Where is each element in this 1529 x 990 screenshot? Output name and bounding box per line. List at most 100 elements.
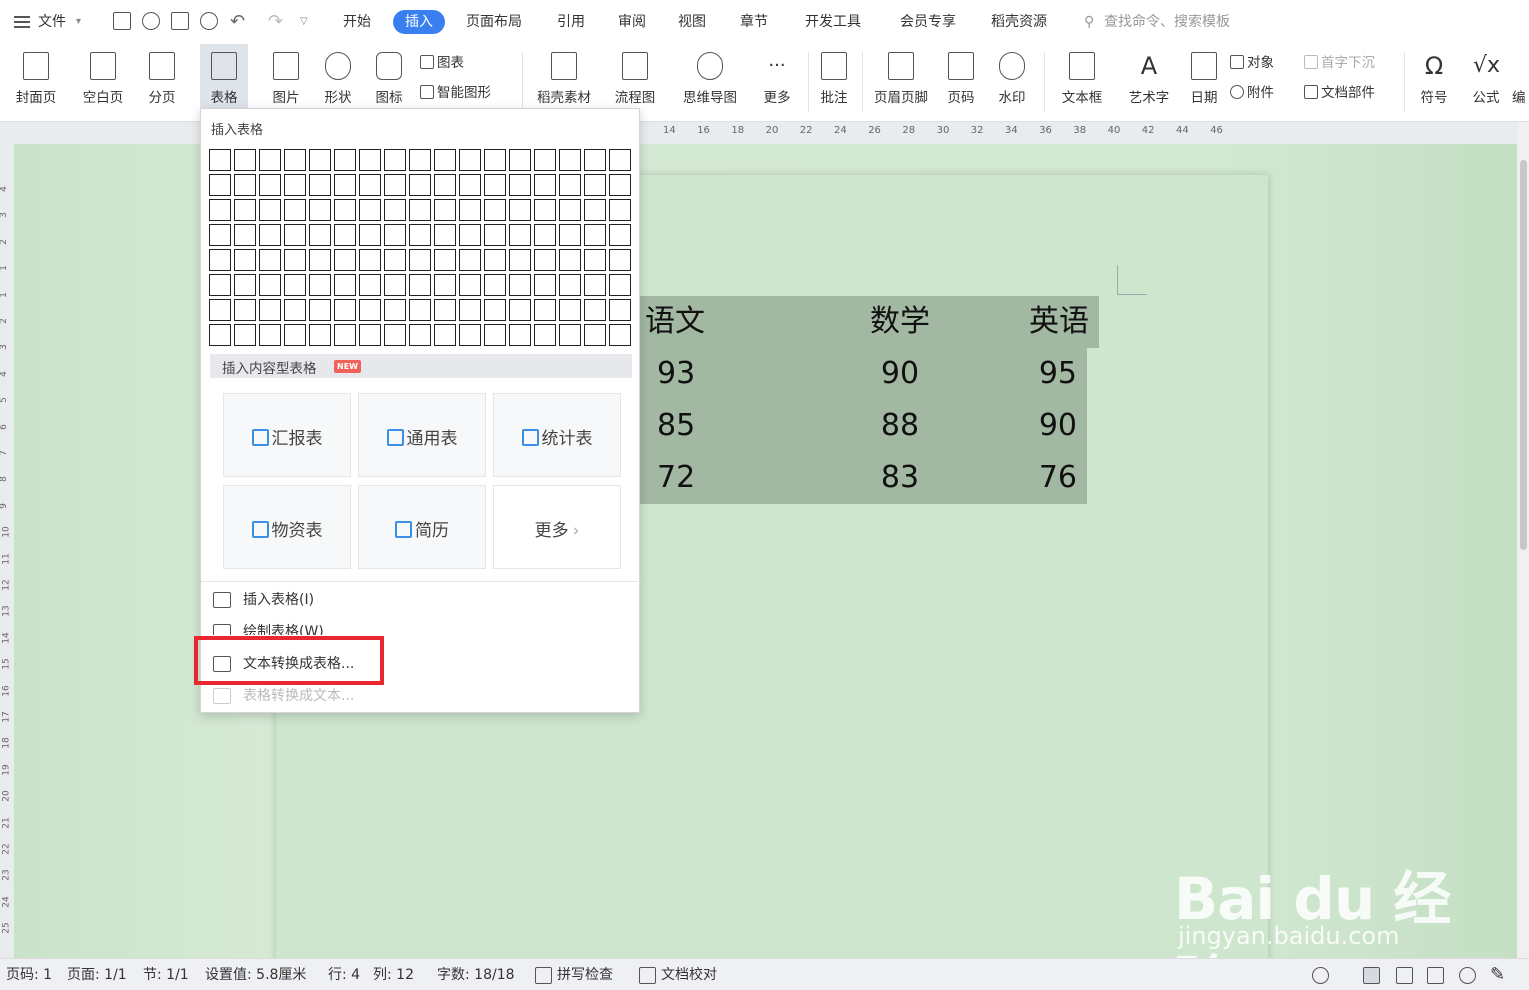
grid-cell[interactable] bbox=[584, 249, 606, 271]
grid-cell[interactable] bbox=[284, 324, 306, 346]
grid-cell[interactable] bbox=[609, 299, 631, 321]
more-button[interactable]: ··· 更多 bbox=[754, 44, 800, 122]
tab-member[interactable]: 会员专享 bbox=[900, 0, 956, 44]
resume-card[interactable]: 简历 bbox=[358, 485, 486, 569]
grid-cell[interactable] bbox=[609, 199, 631, 221]
grid-cell[interactable] bbox=[234, 199, 256, 221]
grid-cell[interactable] bbox=[434, 299, 456, 321]
eye-protection-icon[interactable] bbox=[1312, 967, 1329, 984]
print-icon[interactable] bbox=[171, 12, 189, 30]
grid-cell[interactable] bbox=[359, 299, 381, 321]
grid-cell[interactable] bbox=[284, 274, 306, 296]
table-cell[interactable]: 83 bbox=[825, 452, 975, 504]
grid-cell[interactable] bbox=[209, 299, 231, 321]
vertical-ruler[interactable]: 4321123456789101112131415161718192021222… bbox=[0, 144, 14, 958]
grid-cell[interactable] bbox=[309, 274, 331, 296]
grid-cell[interactable] bbox=[584, 149, 606, 171]
grid-cell[interactable] bbox=[309, 174, 331, 196]
formula-button[interactable]: √x 公式 bbox=[1462, 44, 1510, 122]
tab-chapter[interactable]: 章节 bbox=[740, 0, 768, 44]
grid-cell[interactable] bbox=[284, 199, 306, 221]
grid-cell[interactable] bbox=[484, 324, 506, 346]
grid-cell[interactable] bbox=[434, 199, 456, 221]
grid-cell[interactable] bbox=[534, 274, 556, 296]
cover-page-button[interactable]: 封面页 bbox=[6, 44, 66, 122]
attachment-button[interactable]: 附件 bbox=[1230, 82, 1274, 104]
grid-cell[interactable] bbox=[209, 224, 231, 246]
grid-cell[interactable] bbox=[359, 174, 381, 196]
output-icon[interactable] bbox=[142, 12, 160, 30]
edit-button[interactable]: 编 bbox=[1512, 44, 1529, 122]
blank-page-button[interactable]: 空白页 bbox=[72, 44, 134, 122]
table-row[interactable]: 93 90 95 bbox=[633, 348, 1087, 400]
header-footer-button[interactable]: 页眉页脚 bbox=[868, 44, 934, 122]
grid-cell[interactable] bbox=[234, 224, 256, 246]
grid-cell[interactable] bbox=[409, 174, 431, 196]
grid-cell[interactable] bbox=[609, 249, 631, 271]
mindmap-button[interactable]: 思维导图 bbox=[672, 44, 748, 122]
table-cell[interactable]: 数学 bbox=[825, 296, 975, 348]
grid-cell[interactable] bbox=[534, 199, 556, 221]
tab-home[interactable]: 开始 bbox=[343, 0, 371, 44]
grid-cell[interactable] bbox=[359, 149, 381, 171]
grid-cell[interactable] bbox=[559, 249, 581, 271]
grid-cell[interactable] bbox=[309, 149, 331, 171]
table-cell[interactable]: 语文 bbox=[645, 296, 705, 348]
grid-cell[interactable] bbox=[284, 249, 306, 271]
grid-cell[interactable] bbox=[559, 299, 581, 321]
print-preview-icon[interactable] bbox=[200, 12, 218, 30]
grid-cell[interactable] bbox=[334, 174, 356, 196]
grid-cell[interactable] bbox=[409, 249, 431, 271]
grid-cell[interactable] bbox=[259, 174, 281, 196]
grid-cell[interactable] bbox=[559, 324, 581, 346]
table-cell[interactable]: 90 bbox=[973, 400, 1077, 452]
grid-cell[interactable] bbox=[409, 324, 431, 346]
grid-cell[interactable] bbox=[359, 199, 381, 221]
table-header-row[interactable]: 语文 数学 英语 bbox=[633, 296, 1099, 348]
status-column[interactable]: 列: 12 bbox=[373, 959, 414, 990]
table-row[interactable]: 85 88 90 bbox=[633, 400, 1087, 452]
web-view-icon[interactable] bbox=[1459, 967, 1476, 984]
grid-cell[interactable] bbox=[434, 224, 456, 246]
date-button[interactable]: 日期 bbox=[1184, 44, 1224, 122]
page-number-button[interactable]: 页码 bbox=[938, 44, 984, 122]
more-templates-card[interactable]: 更多 › bbox=[493, 485, 621, 569]
statistics-table-card[interactable]: 统计表 bbox=[493, 393, 621, 477]
outline-view-icon[interactable] bbox=[1396, 967, 1413, 984]
grid-cell[interactable] bbox=[359, 324, 381, 346]
wordart-button[interactable]: A 艺术字 bbox=[1118, 44, 1180, 122]
grid-cell[interactable] bbox=[234, 299, 256, 321]
grid-cell[interactable] bbox=[384, 249, 406, 271]
grid-cell[interactable] bbox=[584, 299, 606, 321]
doc-parts-button[interactable]: 文档部件 bbox=[1304, 82, 1375, 104]
table-size-grid[interactable] bbox=[209, 149, 635, 349]
grid-cell[interactable] bbox=[459, 149, 481, 171]
object-button[interactable]: 对象 bbox=[1230, 52, 1274, 74]
grid-cell[interactable] bbox=[534, 174, 556, 196]
comment-button[interactable]: 批注 bbox=[814, 44, 854, 122]
grid-cell[interactable] bbox=[584, 174, 606, 196]
grid-cell[interactable] bbox=[459, 274, 481, 296]
grid-cell[interactable] bbox=[309, 249, 331, 271]
grid-cell[interactable] bbox=[559, 224, 581, 246]
smart-graphic-button[interactable]: 智能图形 bbox=[420, 82, 491, 104]
customize-icon[interactable]: ▽ bbox=[300, 0, 308, 44]
grid-cell[interactable] bbox=[334, 299, 356, 321]
page-view-icon[interactable] bbox=[1363, 967, 1380, 984]
grid-cell[interactable] bbox=[534, 249, 556, 271]
grid-cell[interactable] bbox=[559, 174, 581, 196]
grid-cell[interactable] bbox=[459, 324, 481, 346]
grid-cell[interactable] bbox=[309, 324, 331, 346]
grid-cell[interactable] bbox=[359, 274, 381, 296]
grid-cell[interactable] bbox=[409, 274, 431, 296]
grid-cell[interactable] bbox=[259, 324, 281, 346]
menu-icon[interactable] bbox=[14, 16, 30, 18]
grid-cell[interactable] bbox=[384, 324, 406, 346]
grid-cell[interactable] bbox=[609, 324, 631, 346]
reading-view-icon[interactable] bbox=[1427, 967, 1444, 984]
grid-cell[interactable] bbox=[459, 299, 481, 321]
grid-cell[interactable] bbox=[459, 174, 481, 196]
grid-cell[interactable] bbox=[609, 149, 631, 171]
grid-cell[interactable] bbox=[584, 224, 606, 246]
chevron-down-icon[interactable]: ▾ bbox=[76, 0, 81, 44]
